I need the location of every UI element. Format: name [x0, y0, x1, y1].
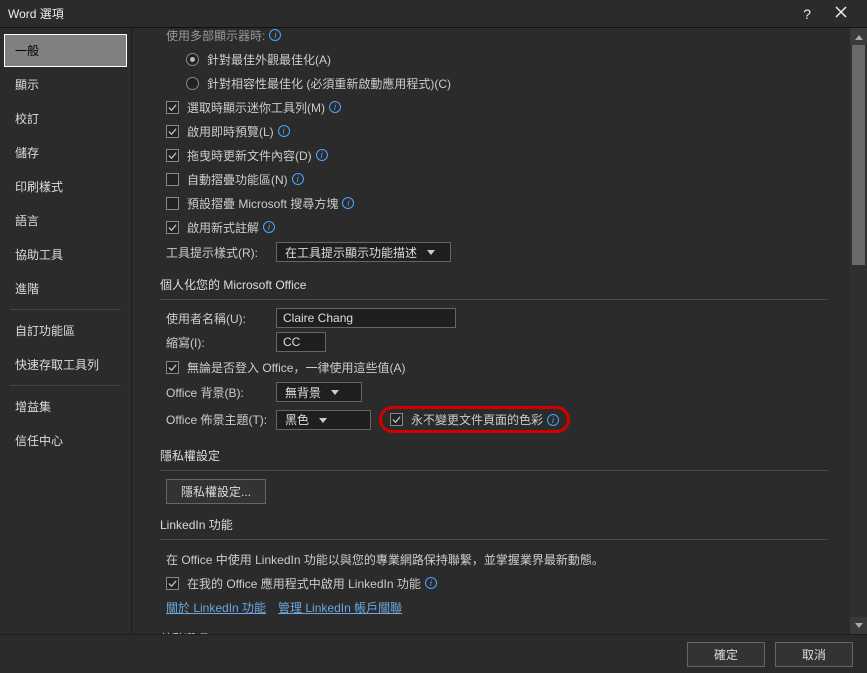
chevron-down-icon	[427, 245, 435, 259]
sidebar-item-typography[interactable]: 印刷樣式	[4, 170, 127, 203]
ok-button[interactable]: 確定	[687, 642, 765, 667]
office-theme-label: Office 佈景主題(T):	[166, 411, 276, 428]
link-manage-linkedin[interactable]: 管理 LinkedIn 帳戶關聯	[278, 599, 402, 616]
username-label: 使用者名稱(U):	[166, 310, 276, 327]
sidebar-item-accessibility[interactable]: 協助工具	[4, 238, 127, 271]
tooltip-style-select[interactable]: 在工具提示顯示功能描述	[276, 242, 451, 262]
sidebar-item-language[interactable]: 語言	[4, 204, 127, 237]
sidebar-item-addins[interactable]: 增益集	[4, 390, 127, 423]
checkbox-search-collapse[interactable]	[166, 197, 179, 210]
checkbox-always-use-label: 無論是否登入 Office，一律使用這些值(A)	[187, 359, 405, 376]
info-icon[interactable]: i	[292, 173, 304, 185]
vertical-scrollbar[interactable]	[850, 28, 867, 634]
sidebar-item-proofing[interactable]: 校訂	[4, 102, 127, 135]
office-theme-select[interactable]: 黑色	[276, 410, 371, 430]
section-personalize: 個人化您的 Microsoft Office	[160, 266, 828, 297]
office-background-label: Office 背景(B):	[166, 384, 276, 401]
scroll-down-button[interactable]	[850, 617, 867, 634]
window-title: Word 選項	[8, 5, 64, 22]
multi-monitor-label: 使用多部顯示器時:i	[160, 28, 828, 46]
info-icon[interactable]: i	[342, 197, 354, 209]
radio-optimize-appearance-label: 針對最佳外觀最佳化(A)	[207, 51, 331, 68]
section-privacy: 隱私權設定	[160, 437, 828, 468]
checkbox-never-change-color[interactable]	[390, 413, 403, 426]
initials-input[interactable]	[276, 332, 326, 352]
sidebar-item-advanced[interactable]: 進階	[4, 272, 127, 305]
checkbox-search-collapse-label: 預設摺疊 Microsoft 搜尋方塊	[187, 195, 338, 212]
chevron-down-icon	[319, 413, 327, 427]
section-linkedin: LinkedIn 功能	[160, 506, 828, 537]
linkedin-description: 在 Office 中使用 LinkedIn 功能以與您的專業網路保持聯繫，並掌握…	[166, 551, 604, 568]
info-icon[interactable]: i	[263, 221, 275, 233]
sidebar-item-save[interactable]: 儲存	[4, 136, 127, 169]
checkbox-new-annotations-label: 啟用新式註解	[187, 219, 259, 236]
scroll-thumb[interactable]	[852, 45, 865, 265]
info-icon[interactable]: i	[278, 125, 290, 137]
checkbox-mini-toolbar[interactable]	[166, 101, 179, 114]
radio-optimize-appearance[interactable]	[186, 53, 199, 66]
checkbox-always-use[interactable]	[166, 361, 179, 374]
info-icon[interactable]: i	[269, 29, 281, 41]
cancel-button[interactable]: 取消	[775, 642, 853, 667]
checkbox-linkedin-label: 在我的 Office 應用程式中啟用 LinkedIn 功能	[187, 575, 421, 592]
checkbox-live-preview[interactable]	[166, 125, 179, 138]
tooltip-style-label: 工具提示樣式(R):	[166, 244, 276, 261]
info-icon[interactable]: i	[329, 101, 341, 113]
info-icon[interactable]: i	[547, 414, 559, 426]
radio-optimize-compat[interactable]	[186, 77, 199, 90]
checkbox-mini-toolbar-label: 選取時顯示迷你工具列(M)	[187, 99, 325, 116]
radio-optimize-compat-label: 針對相容性最佳化 (必須重新啟動應用程式)(C)	[207, 75, 451, 92]
info-icon[interactable]: i	[425, 577, 437, 589]
checkbox-new-annotations[interactable]	[166, 221, 179, 234]
section-startup: 啟動選項	[160, 620, 828, 634]
sidebar-item-display[interactable]: 顯示	[4, 68, 127, 101]
dialog-footer: 確定 取消	[0, 634, 867, 673]
username-input[interactable]	[276, 308, 456, 328]
privacy-settings-button[interactable]: 隱私權設定...	[166, 479, 266, 504]
scroll-up-button[interactable]	[850, 28, 867, 45]
close-button[interactable]	[823, 6, 859, 21]
initials-label: 縮寫(I):	[166, 334, 276, 351]
title-bar: Word 選項 ?	[0, 0, 867, 28]
options-pane: 使用多部顯示器時:i 針對最佳外觀最佳化(A) 針對相容性最佳化 (必須重新啟動…	[132, 28, 850, 634]
checkbox-drag-update[interactable]	[166, 149, 179, 162]
help-button[interactable]: ?	[791, 6, 823, 22]
info-icon[interactable]: i	[316, 149, 328, 161]
checkbox-auto-collapse-label: 自動摺疊功能區(N)	[187, 171, 288, 188]
sidebar-item-trust-center[interactable]: 信任中心	[4, 424, 127, 457]
sidebar-item-general[interactable]: 一般	[4, 34, 127, 67]
link-about-linkedin[interactable]: 關於 LinkedIn 功能	[166, 599, 266, 616]
highlighted-option: 永不變更文件頁面的色彩 i	[379, 406, 570, 433]
sidebar-item-customize-ribbon[interactable]: 自訂功能區	[4, 314, 127, 347]
category-sidebar: 一般 顯示 校訂 儲存 印刷樣式 語言 協助工具 進階 自訂功能區 快速存取工具…	[0, 28, 132, 634]
chevron-down-icon	[331, 385, 339, 399]
checkbox-linkedin[interactable]	[166, 577, 179, 590]
sidebar-item-quick-access[interactable]: 快速存取工具列	[4, 348, 127, 381]
checkbox-auto-collapse[interactable]	[166, 173, 179, 186]
checkbox-live-preview-label: 啟用即時預覽(L)	[187, 123, 274, 140]
checkbox-drag-update-label: 拖曳時更新文件內容(D)	[187, 147, 312, 164]
checkbox-never-change-color-label: 永不變更文件頁面的色彩	[411, 411, 543, 428]
office-background-select[interactable]: 無背景	[276, 382, 362, 402]
